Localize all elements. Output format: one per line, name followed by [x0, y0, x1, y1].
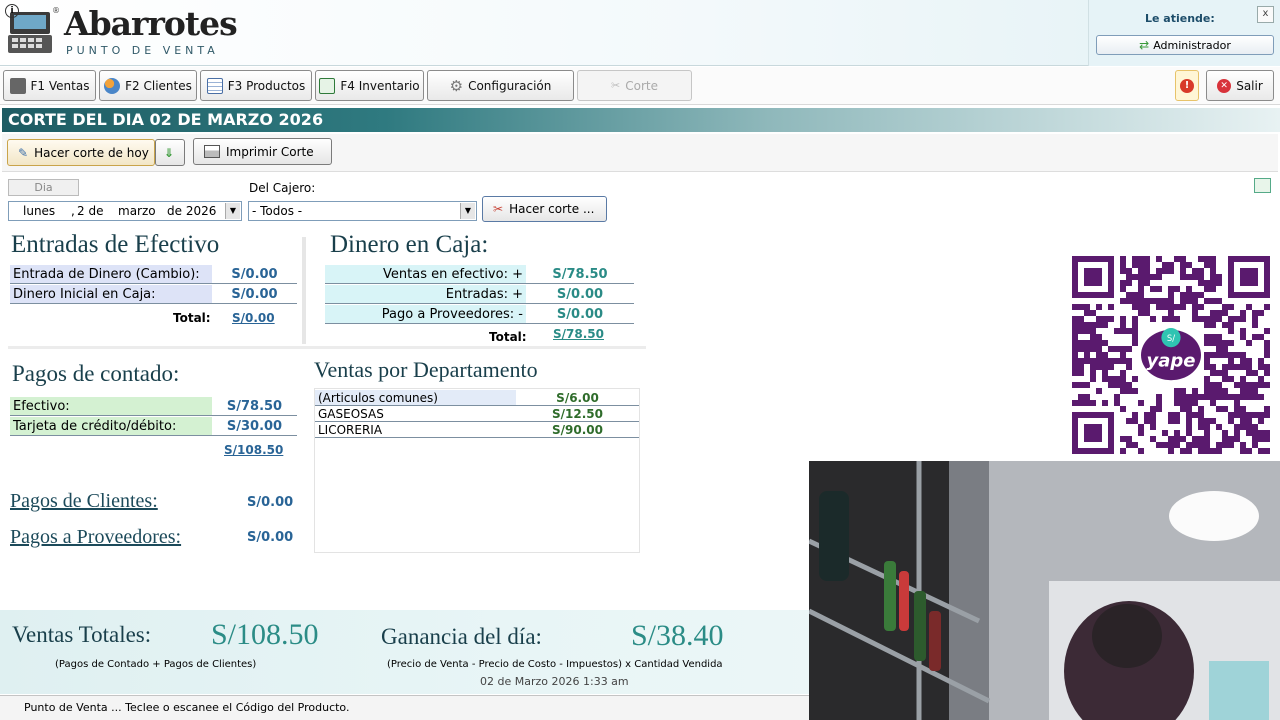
ventas-label: F1 Ventas	[30, 78, 90, 93]
ventas-totales-label: Ventas Totales:	[12, 622, 152, 647]
pagos-proveedores-value: S/0.00	[247, 530, 294, 545]
registered-mark: ®	[52, 6, 60, 15]
pagos-proveedores-link[interactable]: Pagos a Proveedores:	[10, 526, 181, 549]
salir-label: Salir	[1236, 78, 1263, 93]
departamento-row-2: LICORERIA S/90.00	[315, 422, 639, 438]
productos-button[interactable]: F3 Productos	[200, 70, 312, 101]
date-day: 2 de	[77, 204, 104, 218]
hacer-corte-label: Hacer corte ...	[509, 202, 595, 216]
productos-label: F3 Productos	[227, 78, 306, 93]
entradas-heading: Entradas de Efectivo	[11, 231, 220, 258]
salir-button[interactable]: ✕ Salir	[1206, 70, 1274, 101]
app-header: ® Abarrotes PUNTO DE VENTA Le atiende: x…	[0, 0, 1280, 66]
configuracion-button[interactable]: ⚙ Configuración	[427, 70, 574, 101]
date-month: marzo	[118, 204, 156, 218]
hacer-corte-hoy-label: Hacer corte de hoy	[34, 145, 149, 160]
departamentos-heading: Ventas por Departamento	[314, 357, 538, 382]
ganancia-label: Ganancia del día:	[381, 624, 542, 649]
configuracion-label: Configuración	[468, 78, 552, 93]
page-title: CORTE DEL DIA 02 DE MARZO 2026	[2, 108, 1280, 132]
users-icon	[104, 77, 121, 94]
corte-button[interactable]: ✂ Corte	[577, 70, 692, 101]
contado-heading: Pagos de contado:	[12, 361, 180, 386]
ganancia-value: S/38.40	[631, 619, 724, 652]
entradas-total-label: Total:	[173, 311, 211, 325]
entradas-row-1: Dinero Inicial en Caja: S/0.00	[10, 285, 297, 305]
info-icon: i	[5, 4, 19, 18]
ventas-totales-value: S/108.50	[211, 618, 319, 651]
caja-row-2: Pago a Proveedores: - S/0.00	[325, 305, 634, 325]
status-text: Punto de Venta ... Teclee o escanee el C…	[24, 701, 350, 714]
date-comma: ,	[71, 204, 75, 218]
pagos-clientes-value: S/0.00	[247, 495, 294, 510]
yape-qr-code: S/ yape	[1072, 256, 1270, 454]
ventas-totales-note: (Pagos de Contado + Pagos de Clientes)	[55, 659, 257, 670]
corte-label: Corte	[625, 78, 658, 93]
caja-total-value: S/78.50	[553, 327, 604, 341]
contado-row-1: Tarjeta de crédito/débito: S/30.00	[10, 417, 297, 437]
contado-total-value: S/108.50	[224, 443, 284, 457]
corte-icon: ✂	[611, 79, 621, 92]
products-icon	[206, 77, 223, 94]
qr-brand: yape	[1147, 350, 1196, 371]
printer-icon	[204, 145, 220, 158]
alert-button[interactable]: !	[1175, 70, 1199, 101]
cut-icon: ✂	[493, 202, 504, 216]
ventas-button[interactable]: F1 Ventas	[3, 70, 96, 101]
hacer-corte-button[interactable]: ✂ Hacer corte ...	[482, 196, 607, 222]
exit-icon: ✕	[1217, 78, 1232, 93]
pagos-clientes-link[interactable]: Pagos de Clientes:	[10, 490, 158, 513]
date-picker[interactable]: lunes , 2 de marzo de 2026 ▼	[8, 201, 242, 221]
departamento-row-0: (Articulos comunes) S/6.00	[315, 390, 639, 406]
attendant-panel	[1088, 0, 1280, 66]
caja-row-1: Entradas: + S/0.00	[325, 285, 634, 305]
logo-title: Abarrotes	[64, 4, 238, 43]
chevron-down-icon[interactable]: ▼	[460, 203, 475, 219]
entradas-total-value: S/0.00	[232, 311, 275, 325]
user-button[interactable]: ⇄ Administrador	[1096, 35, 1274, 55]
ganancia-note: (Precio de Venta - Precio de Costo - Imp…	[387, 659, 723, 670]
clientes-label: F2 Clientes	[125, 78, 192, 93]
entradas-row-0: Entrada de Dinero (Cambio): S/0.00	[10, 265, 297, 285]
column-divider	[302, 237, 306, 344]
qr-badge: S/	[1167, 333, 1175, 343]
cajero-select[interactable]: - Todos - ▼	[248, 201, 477, 221]
action-bar: ✎ Hacer corte de hoy ⇓ Imprimir Corte	[2, 134, 1278, 172]
register-icon	[9, 77, 26, 94]
departamento-row-1: GASEOSAS S/12.50	[315, 406, 639, 422]
caja-row-0: Ventas en efectivo: + S/78.50	[325, 265, 634, 285]
inventario-button[interactable]: F4 Inventario	[315, 70, 424, 101]
alert-icon: !	[1180, 78, 1194, 93]
arrow-down-icon: ⇓	[164, 145, 175, 160]
panel-toggle-icon[interactable]	[1254, 178, 1271, 193]
timestamp: 02 de Marzo 2026 1:33 am	[480, 675, 629, 688]
imprimir-corte-button[interactable]: Imprimir Corte	[193, 138, 332, 165]
caja-heading: Dinero en Caja:	[330, 231, 489, 258]
gear-icon: ⚙	[449, 76, 464, 95]
dia-tab[interactable]: Dia	[8, 179, 79, 196]
date-year: de 2026	[167, 204, 217, 218]
hacer-corte-dropdown[interactable]: ⇓	[155, 139, 185, 166]
chevron-down-icon[interactable]: ▼	[225, 203, 240, 219]
close-icon[interactable]: x	[1257, 6, 1274, 23]
contado-row-0: Efectivo: S/78.50	[10, 397, 297, 417]
cut-icon: ✎	[18, 145, 29, 160]
caja-total-label: Total:	[489, 330, 527, 344]
inventario-label: F4 Inventario	[340, 78, 420, 93]
attendant-label: Le atiende:	[1145, 12, 1215, 25]
inventory-icon	[319, 77, 336, 94]
imprimir-label: Imprimir Corte	[226, 144, 314, 159]
webcam-overlay	[809, 461, 1280, 720]
date-weekday: lunes	[23, 204, 56, 218]
refresh-icon: ⇄	[1139, 38, 1150, 52]
section-divider	[8, 346, 646, 349]
logo-subtitle: PUNTO DE VENTA	[66, 44, 219, 57]
webcam-image	[809, 461, 1280, 720]
main-toolbar: F1 Ventas F2 Clientes F3 Productos F4 In…	[0, 67, 1280, 105]
clientes-button[interactable]: F2 Clientes	[99, 70, 197, 101]
cajero-label: Del Cajero:	[249, 181, 316, 195]
cajero-value: - Todos -	[252, 204, 303, 218]
user-name: Administrador	[1153, 38, 1231, 52]
hacer-corte-hoy-button[interactable]: ✎ Hacer corte de hoy	[7, 139, 155, 166]
